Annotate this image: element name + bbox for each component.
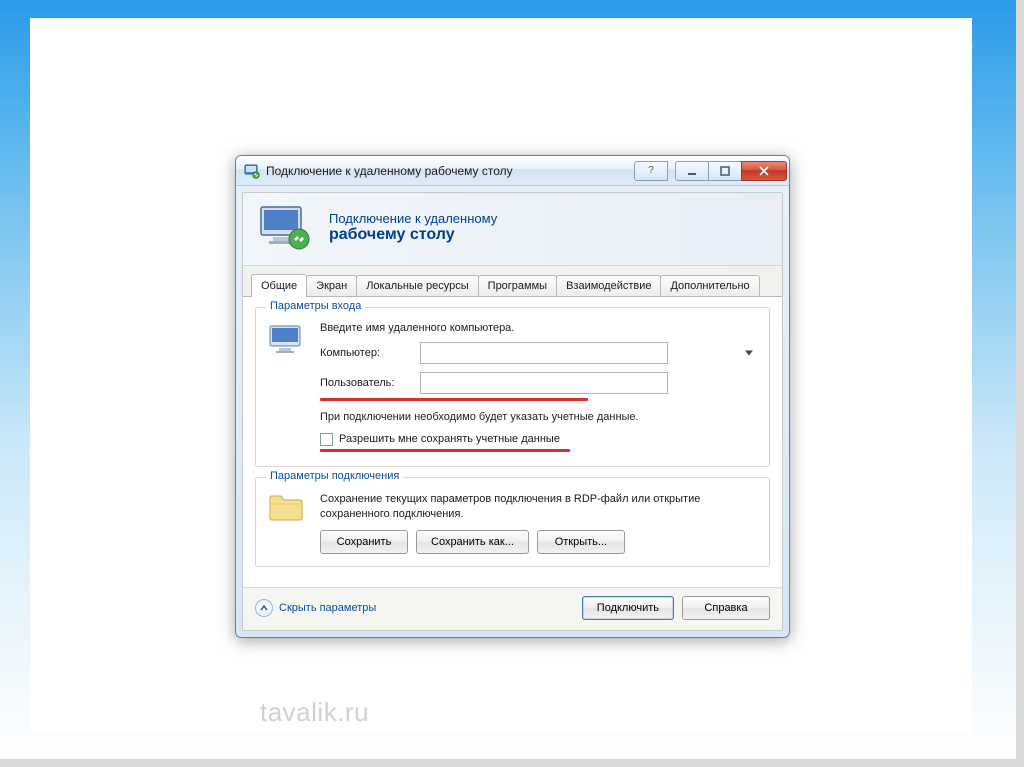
connect-button[interactable]: Подключить: [582, 596, 674, 620]
user-label: Пользователь:: [320, 377, 412, 389]
tab-general-panel: Параметры входа Введите имя удаленного к…: [243, 297, 782, 587]
highlight-user: [320, 398, 588, 401]
save-credentials-checkbox[interactable]: [320, 433, 333, 446]
group-connection: Параметры подключения Сохранение текущих…: [255, 477, 770, 567]
group-connection-legend: Параметры подключения: [266, 470, 403, 482]
client-area: Подключение к удаленному рабочему столу …: [242, 192, 783, 631]
banner-line1: Подключение к удаленному: [329, 211, 497, 226]
hide-parameters-link[interactable]: Скрыть параметры: [255, 599, 376, 617]
computer-label: Компьютер:: [320, 347, 412, 359]
tab-local-resources[interactable]: Локальные ресурсы: [356, 275, 478, 296]
tab-advanced[interactable]: Дополнительно: [660, 275, 759, 296]
maximize-button[interactable]: [708, 161, 742, 181]
window-controls: ?: [635, 161, 787, 181]
computer-input[interactable]: [420, 342, 668, 364]
help-footer-button[interactable]: Справка: [682, 596, 770, 620]
titlebar[interactable]: Подключение к удаленному рабочему столу …: [236, 156, 789, 186]
computer-combo[interactable]: [420, 342, 757, 364]
tab-programs[interactable]: Программы: [478, 275, 557, 296]
help-button[interactable]: ?: [634, 161, 668, 181]
close-button[interactable]: [741, 161, 787, 181]
tab-display[interactable]: Экран: [306, 275, 357, 296]
banner-monitor-icon: [259, 203, 315, 251]
tab-experience[interactable]: Взаимодействие: [556, 275, 661, 296]
tab-general[interactable]: Общие: [251, 274, 307, 297]
hide-parameters-label: Скрыть параметры: [279, 602, 376, 614]
header-banner: Подключение к удаленному рабочему столу: [243, 193, 782, 266]
watermark: tavalik.ru: [260, 697, 369, 728]
highlight-checkbox: [320, 449, 570, 452]
banner-text: Подключение к удаленному рабочему столу: [329, 211, 497, 244]
chevron-down-icon: [745, 351, 753, 356]
minimize-button[interactable]: [675, 161, 709, 181]
user-input[interactable]: [420, 372, 668, 394]
connection-text: Сохранение текущих параметров подключени…: [320, 492, 757, 522]
save-button[interactable]: Сохранить: [320, 530, 408, 554]
rdp-app-icon: [244, 163, 260, 179]
login-hint: Введите имя удаленного компьютера.: [320, 322, 757, 334]
folder-icon: [268, 492, 304, 522]
tab-strip: Общие Экран Локальные ресурсы Программы …: [243, 266, 782, 297]
group-login-legend: Параметры входа: [266, 300, 365, 312]
rdp-window: Подключение к удаленному рабочему столу …: [235, 155, 790, 638]
save-credentials-label: Разрешить мне сохранять учетные данные: [339, 433, 560, 445]
login-note: При подключении необходимо будет указать…: [320, 410, 757, 425]
window-title: Подключение к удаленному рабочему столу: [266, 164, 635, 178]
open-button[interactable]: Открыть...: [537, 530, 625, 554]
dialog-footer: Скрыть параметры Подключить Справка: [243, 587, 782, 630]
monitor-icon: [268, 322, 312, 365]
group-login: Параметры входа Введите имя удаленного к…: [255, 307, 770, 467]
slide: подключения к серверу посредством удален…: [0, 0, 1024, 767]
slide-title: подключения к серверу посредством удален…: [0, 0, 1016, 121]
banner-line2: рабочему столу: [329, 226, 497, 244]
collapse-arrow-icon: [255, 599, 273, 617]
save-as-button[interactable]: Сохранить как...: [416, 530, 529, 554]
